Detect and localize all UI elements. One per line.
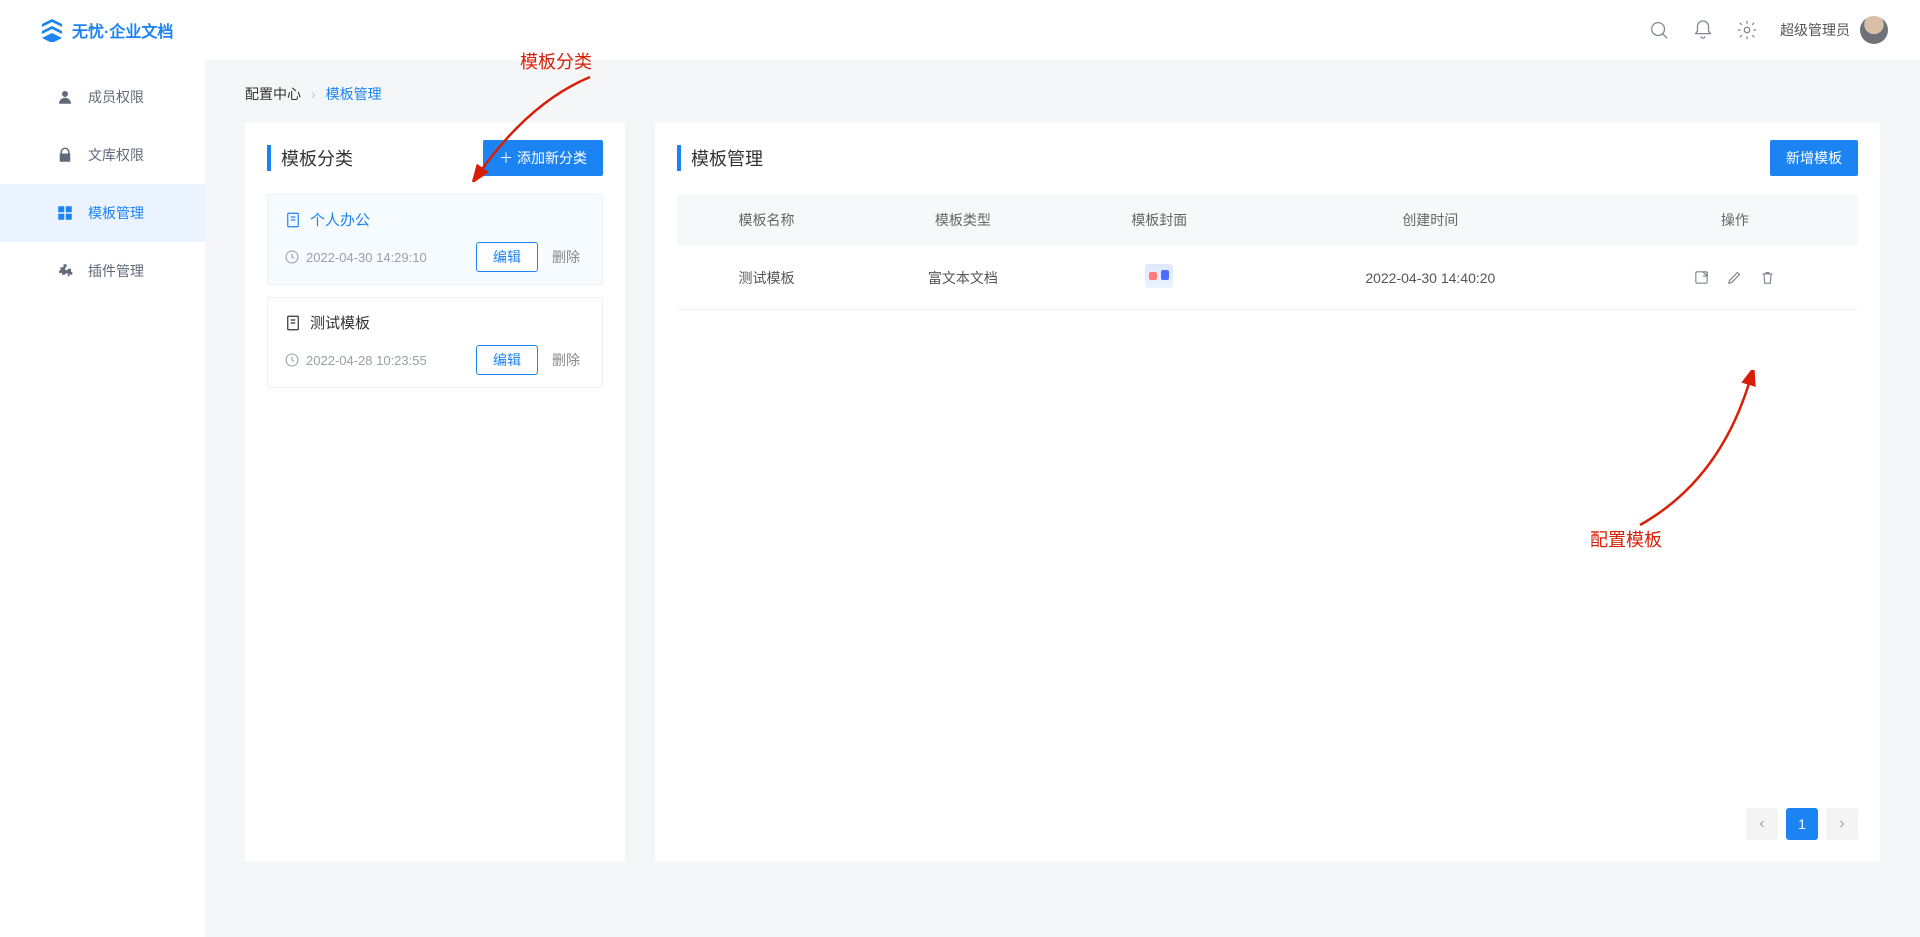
category-name: 测试模板: [310, 312, 370, 333]
doc-icon: [284, 314, 302, 332]
sidebar-item-members[interactable]: 成员权限: [0, 68, 205, 126]
edit-icon[interactable]: [1726, 269, 1743, 286]
gear-icon[interactable]: [1736, 19, 1758, 41]
cell-time: 2022-04-30 14:40:20: [1249, 246, 1612, 310]
brand-icon: [40, 18, 64, 42]
search-icon[interactable]: [1648, 19, 1670, 41]
add-template-button[interactable]: 新增模板: [1770, 140, 1858, 176]
avatar: [1860, 16, 1888, 44]
template-table: 模板名称 模板类型 模板封面 创建时间 操作 测试模板 富文本文档 2022-: [677, 194, 1858, 310]
category-card[interactable]: 测试模板 2022-04-28 10:23:55 编辑 删除: [267, 297, 603, 388]
cell-actions: [1612, 246, 1858, 310]
cell-name: 测试模板: [677, 246, 856, 310]
col-cover: 模板封面: [1070, 194, 1249, 246]
table-row: 测试模板 富文本文档 2022-04-30 14:40:20: [677, 246, 1858, 310]
cell-type: 富文本文档: [856, 246, 1070, 310]
sidebar: 成员权限 文库权限 模板管理 插件管理: [0, 60, 205, 937]
category-time: 2022-04-30 14:29:10: [306, 250, 427, 265]
sidebar-item-label: 插件管理: [88, 261, 144, 281]
sidebar-item-templates[interactable]: 模板管理: [0, 184, 205, 242]
category-time: 2022-04-28 10:23:55: [306, 353, 427, 368]
bell-icon[interactable]: [1692, 19, 1714, 41]
cover-thumb-icon: [1145, 264, 1173, 288]
add-template-label: 新增模板: [1786, 148, 1842, 168]
template-panel: 模板管理 新增模板 模板名称 模板类型 模板封面 创建时间 操作: [655, 122, 1880, 862]
brand-text: 无忧·企业文档: [72, 18, 173, 42]
cell-cover: [1070, 246, 1249, 310]
sidebar-item-label: 文库权限: [88, 145, 144, 165]
puzzle-icon: [56, 262, 74, 280]
page-number[interactable]: 1: [1786, 808, 1818, 840]
pager: 1: [677, 788, 1858, 840]
category-panel: 模板分类 ＋ 添加新分类 个人办公 2022-04-30 14:29:: [245, 122, 625, 862]
col-type: 模板类型: [856, 194, 1070, 246]
topbar: 无忧·企业文档 超级管理员: [0, 0, 1920, 60]
add-category-button[interactable]: ＋ 添加新分类: [483, 140, 603, 176]
person-icon: [56, 88, 74, 106]
crumb-separator: ›: [311, 86, 316, 102]
page-prev[interactable]: [1746, 808, 1778, 840]
crumb-root[interactable]: 配置中心: [245, 84, 301, 104]
delete-icon[interactable]: [1759, 269, 1776, 286]
category-name: 个人办公: [310, 209, 370, 230]
delete-category-button[interactable]: 删除: [546, 243, 586, 271]
col-actions: 操作: [1612, 194, 1858, 246]
brand-logo[interactable]: 无忧·企业文档: [40, 18, 173, 42]
edit-category-button[interactable]: 编辑: [476, 345, 538, 375]
col-name: 模板名称: [677, 194, 856, 246]
content-area: 配置中心 › 模板管理 模板分类 ＋ 添加新分类 个人办公: [205, 60, 1920, 937]
doc-icon: [284, 211, 302, 229]
category-panel-title: 模板分类: [267, 145, 353, 171]
user-menu[interactable]: 超级管理员: [1780, 16, 1888, 44]
clock-icon: [284, 249, 300, 265]
plus-icon: ＋: [499, 148, 513, 168]
page-next[interactable]: [1826, 808, 1858, 840]
category-card[interactable]: 个人办公 2022-04-30 14:29:10 编辑 删除: [267, 194, 603, 285]
delete-category-button[interactable]: 删除: [546, 346, 586, 374]
configure-icon[interactable]: [1693, 269, 1710, 286]
lock-icon: [56, 146, 74, 164]
clock-icon: [284, 352, 300, 368]
topbar-right: 超级管理员: [1648, 16, 1888, 44]
template-panel-title: 模板管理: [677, 145, 763, 171]
add-category-label: 添加新分类: [517, 148, 587, 168]
sidebar-item-label: 成员权限: [88, 87, 144, 107]
sidebar-item-library[interactable]: 文库权限: [0, 126, 205, 184]
sidebar-item-label: 模板管理: [88, 203, 144, 223]
crumb-current: 模板管理: [326, 84, 382, 104]
breadcrumb: 配置中心 › 模板管理: [245, 84, 1880, 104]
user-label: 超级管理员: [1780, 20, 1850, 40]
sidebar-item-plugins[interactable]: 插件管理: [0, 242, 205, 300]
grid-icon: [56, 204, 74, 222]
col-created: 创建时间: [1249, 194, 1612, 246]
edit-category-button[interactable]: 编辑: [476, 242, 538, 272]
